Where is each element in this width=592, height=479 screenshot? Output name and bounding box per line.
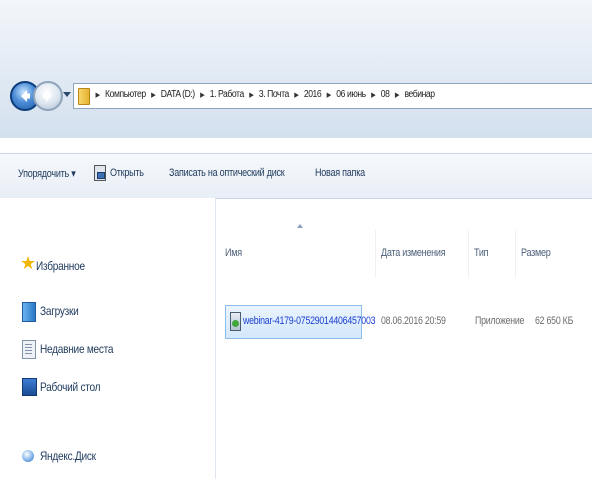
chevron-right-icon[interactable]: ▶ <box>95 91 100 99</box>
address-bar[interactable]: ▶ Компьютер ▶ DATA (D:) ▶ 1. Работа ▶ 3.… <box>73 83 592 109</box>
breadcrumb-item[interactable]: 08 <box>381 89 390 100</box>
breadcrumb-item[interactable]: DATA (D:) <box>161 89 195 100</box>
file-name[interactable]: webinar-4179-07529014406457003 <box>243 315 376 327</box>
chevron-right-icon[interactable]: ▶ <box>249 91 254 99</box>
recent-pages-dropdown-icon[interactable] <box>63 92 71 97</box>
desktop-icon <box>22 378 37 396</box>
breadcrumb-item[interactable]: 2016 <box>304 89 322 100</box>
breadcrumb-item[interactable]: 06 июнь <box>336 89 366 100</box>
breadcrumb: ▶ Компьютер ▶ DATA (D:) ▶ 1. Работа ▶ 3.… <box>92 89 435 100</box>
sort-ascending-icon <box>297 224 303 228</box>
chevron-right-icon[interactable]: ▶ <box>200 91 205 99</box>
column-divider[interactable] <box>515 230 516 278</box>
breadcrumb-item[interactable]: вебинар <box>404 89 435 100</box>
navigation-pane <box>0 198 216 479</box>
open-button[interactable]: Открыть <box>110 167 144 179</box>
downloads-folder-icon <box>22 302 36 322</box>
breadcrumb-item[interactable]: 1. Работа <box>210 89 245 100</box>
chevron-right-icon[interactable]: ▶ <box>395 91 400 99</box>
nav-item-recent[interactable]: Недавние места <box>40 342 114 356</box>
burn-disc-button[interactable]: Записать на оптический диск <box>169 167 285 179</box>
command-bar: Упорядочить ▾ Открыть Записать на оптиче… <box>0 153 592 199</box>
arrow-left-icon <box>21 90 30 102</box>
recent-places-icon <box>22 340 36 359</box>
column-divider[interactable] <box>375 230 376 278</box>
column-divider[interactable] <box>468 230 469 278</box>
forward-button[interactable] <box>33 81 63 111</box>
file-size: 62 650 КБ <box>535 315 574 327</box>
column-header-name[interactable]: Имя <box>225 247 242 259</box>
favorites-star-icon: ★ <box>20 253 37 273</box>
nav-item-desktop[interactable]: Рабочий стол <box>40 380 101 394</box>
breadcrumb-item[interactable]: 3. Почта <box>259 89 289 100</box>
open-file-icon <box>94 165 106 181</box>
column-header-size[interactable]: Размер <box>521 247 551 259</box>
chevron-right-icon[interactable]: ▶ <box>294 91 299 99</box>
chevron-right-icon[interactable]: ▶ <box>327 91 332 99</box>
file-type: Приложение <box>475 315 525 327</box>
new-folder-button[interactable]: Новая папка <box>315 167 365 179</box>
file-date: 08.06.2016 20:59 <box>381 315 446 327</box>
nav-item-yandex-disk[interactable]: Яндекс.Диск <box>40 449 96 463</box>
nav-item-favorites[interactable]: Избранное <box>36 259 85 273</box>
yandex-disk-icon <box>22 450 34 462</box>
arrow-right-icon <box>43 90 52 102</box>
window-titlebar: ▶ Компьютер ▶ DATA (D:) ▶ 1. Работа ▶ 3.… <box>0 0 592 138</box>
file-row[interactable]: webinar-4179-07529014406457003 08.06.201… <box>225 305 573 339</box>
column-header-type[interactable]: Тип <box>474 247 489 259</box>
application-file-icon <box>230 312 241 331</box>
breadcrumb-item[interactable]: Компьютер <box>105 89 146 100</box>
organize-button[interactable]: Упорядочить ▾ <box>18 167 76 180</box>
folder-icon <box>78 88 90 105</box>
chevron-right-icon[interactable]: ▶ <box>371 91 376 99</box>
chevron-right-icon[interactable]: ▶ <box>151 91 156 99</box>
nav-item-downloads[interactable]: Загрузки <box>40 304 79 318</box>
column-header-date[interactable]: Дата изменения <box>381 247 446 259</box>
